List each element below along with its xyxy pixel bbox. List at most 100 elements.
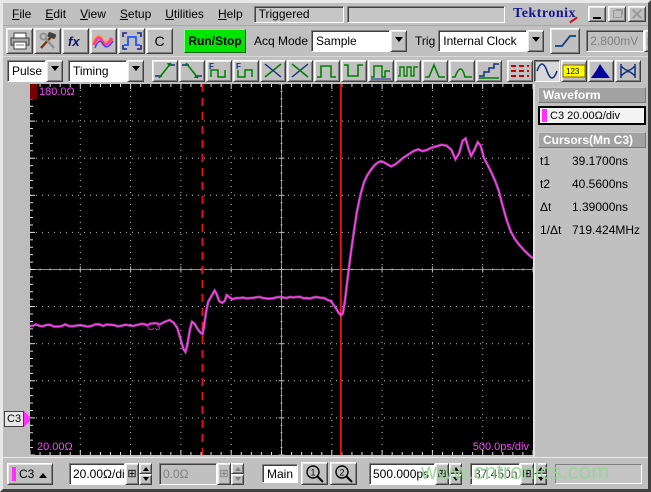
pos-width-button[interactable]: F (206, 59, 232, 82)
pos-pulse-button[interactable] (314, 59, 340, 82)
vertical-scale-spinner (139, 462, 152, 485)
acq-mode-select[interactable]: Sample (311, 30, 408, 52)
svg-text:500.0ps/div: 500.0ps/div (473, 441, 530, 453)
chevron-down-icon (394, 36, 403, 46)
rise-edge-button[interactable] (152, 59, 178, 82)
left-margin: C3 (3, 84, 33, 457)
keypad-icon: ⊞ (522, 468, 532, 480)
keypad-button[interactable]: ⊞ (125, 462, 139, 485)
channel-select-button[interactable]: C3 (7, 462, 53, 485)
keypad-button[interactable]: ⊞ (644, 30, 648, 52)
waveform-display[interactable]: C3 180.0Ω 20.00Ω 500.0ps/div (30, 84, 533, 455)
cursor-readouts: t1 39.1700ns t2 40.5600ns Δt 1.39000ns 1/Δt 719… (538, 154, 646, 246)
timing-dropdown-button[interactable] (127, 59, 144, 82)
spin-up-button[interactable] (534, 462, 547, 474)
pulse-step-button[interactable] (368, 59, 394, 82)
eye-diagram-button[interactable] (615, 59, 641, 82)
cursors-button[interactable] (507, 59, 533, 82)
round-peak-button[interactable] (449, 59, 475, 82)
spin-up-button[interactable] (231, 462, 244, 474)
menu-item-view[interactable]: View (73, 5, 113, 23)
timebase-spinner (449, 462, 462, 485)
trig-slope-button[interactable] (550, 28, 581, 54)
minimize-icon (593, 17, 601, 19)
trig-level-field[interactable]: 2.800mV (586, 30, 645, 52)
trig-level-value: 2.800mV (590, 34, 639, 48)
keypad-button[interactable]: ⊞ (217, 462, 231, 485)
main-timebase-label: Main (262, 464, 298, 483)
round-peak-icon (452, 68, 472, 78)
menu-item-edit[interactable]: Edit (38, 5, 73, 23)
spin-up-button[interactable] (449, 462, 462, 474)
acq-mode-value: Sample (311, 30, 391, 52)
menu-item-file[interactable]: File (5, 5, 38, 23)
timing-select[interactable]: Timing (68, 59, 144, 82)
eye-diagram-icon (620, 64, 636, 78)
fall-cross-button[interactable] (287, 59, 313, 82)
sine-waveform-button[interactable] (534, 59, 560, 82)
keypad-button[interactable]: ⊞ (435, 462, 449, 485)
close-button[interactable] (628, 6, 646, 22)
zoom2-button[interactable]: 2 (330, 462, 357, 485)
keypad-button[interactable]: ⊞ (520, 462, 534, 485)
zoom1-button[interactable]: 1 (301, 462, 328, 485)
pulse-train-button[interactable] (395, 59, 421, 82)
pulse-dropdown-button[interactable] (46, 59, 63, 82)
spin-down-button[interactable] (139, 473, 152, 485)
spin-down-button[interactable] (449, 473, 462, 485)
offset-spinner (231, 462, 244, 485)
histogram-button[interactable] (588, 59, 614, 82)
stair-step-button[interactable] (476, 59, 502, 82)
window-buttons (588, 6, 646, 22)
spin-up-button[interactable] (139, 462, 152, 474)
restore-button[interactable] (608, 6, 626, 22)
measurement-123-button[interactable]: 123 (561, 59, 587, 82)
channel-marker[interactable]: C3 (4, 410, 33, 428)
run-stop-button[interactable]: Run/Stop (184, 29, 246, 53)
position-value: 37.450n (474, 466, 518, 481)
minimize-button[interactable] (588, 6, 606, 22)
fall-edge-button[interactable] (179, 59, 205, 82)
offset-field[interactable]: 0.0Ω (159, 462, 217, 485)
trig-source-select[interactable]: Internal Clock (438, 30, 545, 52)
acq-mode-dropdown-button[interactable] (390, 30, 408, 52)
timebase-field[interactable]: 500.000ps (369, 462, 435, 485)
pos-pulse-icon (317, 65, 336, 78)
neg-pulse-button[interactable] (341, 59, 367, 82)
svg-text:1: 1 (310, 467, 315, 477)
menu-items: File Edit View Setup Utilities Help (5, 5, 250, 23)
position-field[interactable]: 37.450n (470, 462, 520, 485)
trig-source-dropdown-button[interactable] (527, 30, 545, 52)
print-button[interactable] (6, 28, 33, 54)
c-button-label: C (154, 33, 165, 49)
vertical-scale-field[interactable]: 20.00Ω/di (69, 462, 125, 485)
histogram-icon (591, 64, 610, 78)
waveform-color-button[interactable] (90, 28, 117, 54)
position-control: 37.450n ⊞ (470, 462, 547, 485)
spin-down-button[interactable] (534, 473, 547, 485)
svg-text:F: F (236, 62, 241, 71)
neg-width-button[interactable]: F (233, 59, 259, 82)
spin-down-button[interactable] (231, 473, 244, 485)
pulse-select[interactable]: Pulse (7, 59, 63, 82)
rise-cross-button[interactable] (260, 59, 286, 82)
vertical-scale-value: 20.00Ω/di (73, 466, 125, 481)
pulse-bracket-button[interactable] (118, 28, 145, 54)
channel-marker-label: C3 (4, 411, 25, 427)
spin-up-icon (452, 464, 459, 471)
readout-label: t1 (540, 154, 551, 168)
menu-item-help[interactable]: Help (211, 5, 250, 23)
spin-down-icon (452, 476, 459, 484)
bottom-status-area (555, 463, 642, 484)
fx-button[interactable]: fx (62, 28, 89, 54)
menu-item-setup[interactable]: Setup (113, 5, 158, 23)
chevron-down-icon (50, 66, 59, 75)
readout-label: t2 (540, 177, 551, 191)
tools-button[interactable] (34, 28, 61, 54)
c-button[interactable]: C (146, 28, 173, 54)
channel-color-chip (542, 109, 547, 122)
readout-label: 1/Δt (540, 223, 562, 237)
menu-item-utilities[interactable]: Utilities (158, 5, 211, 23)
pos-peak-button[interactable] (422, 59, 448, 82)
waveform-list-item[interactable]: C3 20.00Ω/div (538, 106, 646, 125)
